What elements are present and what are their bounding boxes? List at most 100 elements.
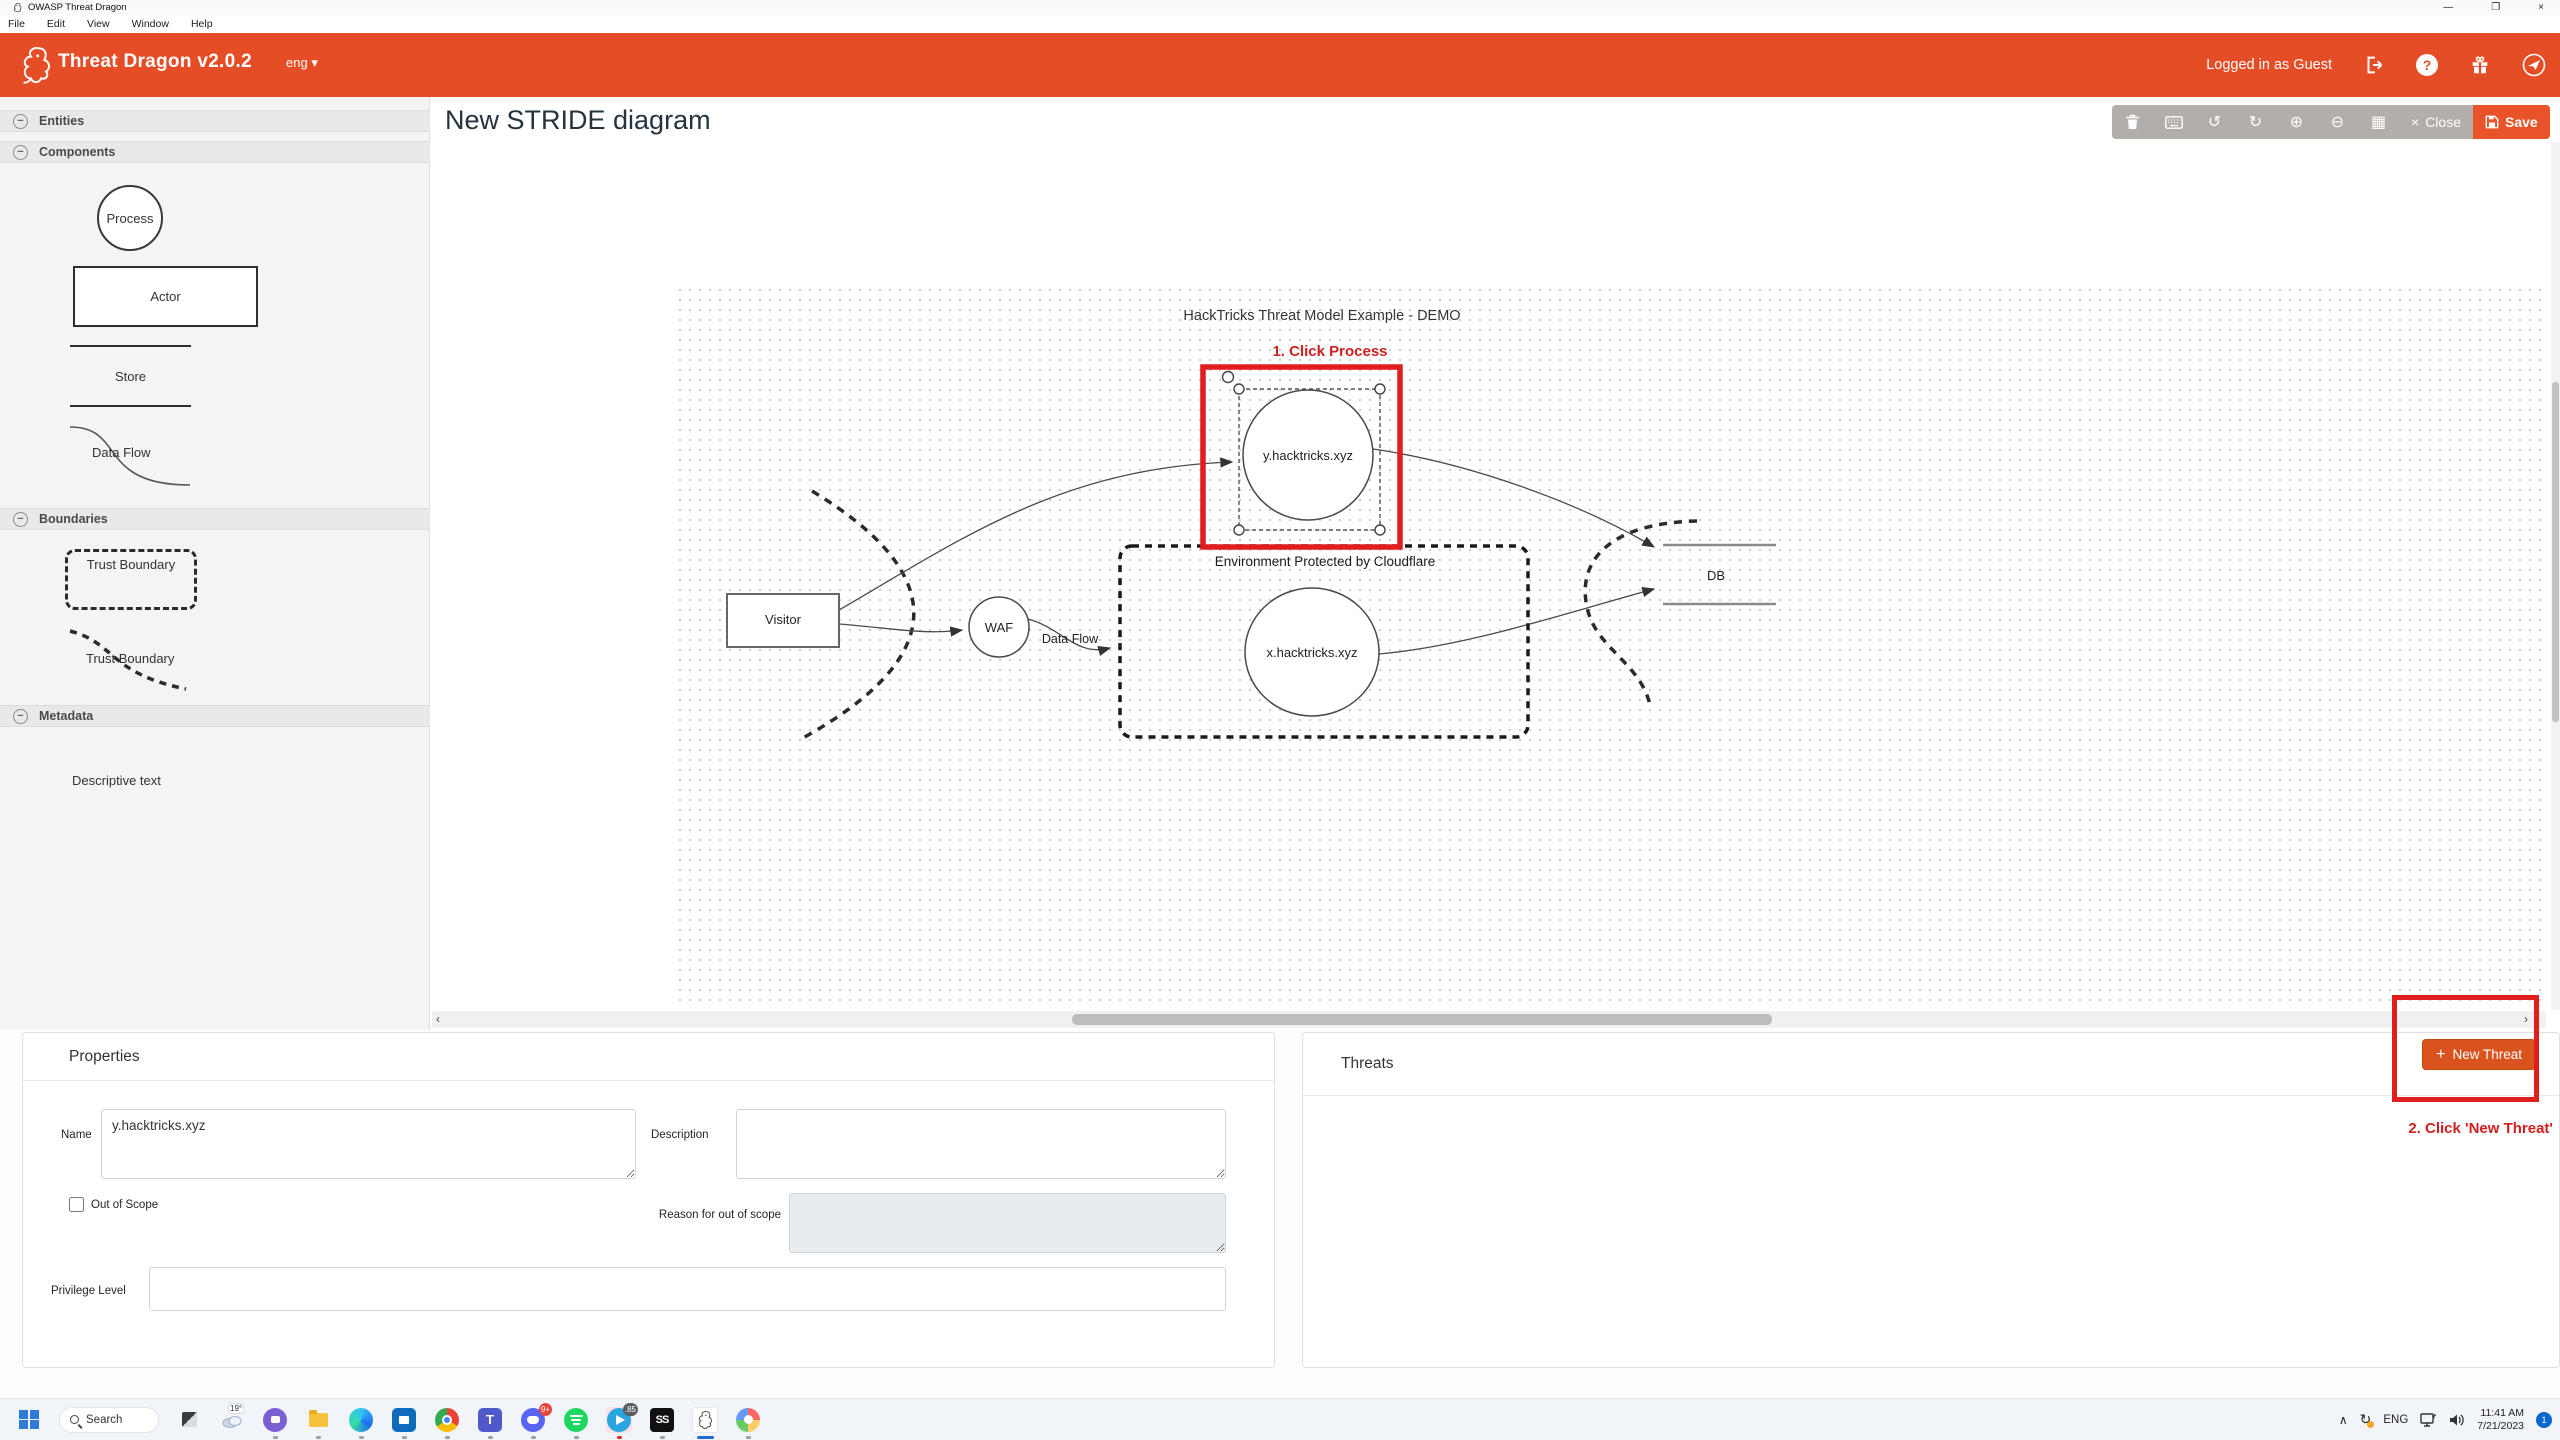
collapse-icon[interactable]: − — [13, 114, 28, 129]
trust-boundary-right[interactable] — [1585, 521, 1697, 705]
resize-handle-nw[interactable] — [1234, 384, 1244, 394]
sync-icon[interactable]: ↻ — [2360, 1411, 2372, 1428]
zoom-in-icon[interactable]: ⊕ — [2276, 105, 2317, 139]
stencil-actor[interactable]: Actor — [73, 266, 258, 327]
name-field[interactable]: y.hacktricks.xyz — [101, 1109, 636, 1179]
flow-visitor-to-process[interactable] — [839, 462, 1232, 610]
app-chrome[interactable] — [434, 1407, 460, 1433]
stencil-trust-boundary-box[interactable]: Trust Boundary — [65, 549, 197, 610]
help-icon[interactable]: ? — [2416, 54, 2438, 76]
minimize-icon[interactable]: — — [2443, 2, 2453, 13]
speaker-icon[interactable] — [2449, 1413, 2465, 1427]
resize-handle-sw[interactable] — [1234, 525, 1244, 535]
properties-panel: Properties Name y.hacktricks.xyz Descrip… — [22, 1032, 1275, 1368]
vertical-scroll-thumb[interactable] — [2552, 382, 2559, 722]
horizontal-scrollbar[interactable]: ‹ › — [432, 1011, 2546, 1028]
section-boundaries[interactable]: − Boundaries — [0, 508, 430, 530]
delete-icon[interactable] — [2112, 105, 2153, 139]
vertical-scrollbar[interactable] — [2551, 142, 2560, 1010]
language-dropdown[interactable]: eng ▾ — [286, 55, 318, 71]
app-ss[interactable]: SS — [649, 1407, 675, 1433]
diagram-canvas[interactable]: New STRIDE diagram HackTricks Threat Mod… — [430, 97, 2560, 1030]
paper-plane-icon[interactable] — [2522, 53, 2546, 77]
stencil-store[interactable]: Store — [70, 345, 191, 407]
network-icon[interactable] — [2420, 1413, 2437, 1427]
app-edge[interactable] — [348, 1407, 374, 1433]
annotation-click-new-threat: 2. Click 'New Threat' — [2408, 1120, 2553, 1137]
app-store[interactable] — [391, 1407, 417, 1433]
language-label: eng — [286, 55, 308, 70]
windows-logo-icon — [19, 1410, 39, 1430]
taskbar-search[interactable]: Search — [59, 1407, 159, 1433]
keyboard-shortcuts-icon[interactable] — [2153, 105, 2194, 139]
stencil-descriptive-text[interactable]: Descriptive text — [72, 773, 161, 788]
flow-process-to-db[interactable] — [1373, 449, 1654, 547]
zoom-out-icon[interactable]: ⊖ — [2317, 105, 2358, 139]
app-discord[interactable]: 9+ — [520, 1407, 546, 1433]
undo-icon[interactable]: ↺ — [2194, 105, 2235, 139]
app-meet[interactable] — [262, 1407, 288, 1433]
menu-help[interactable]: Help — [191, 18, 213, 30]
flow-xprocess-to-db[interactable] — [1379, 589, 1654, 654]
stencil-trust-boundary-curve[interactable]: Trust Boundary — [64, 625, 196, 697]
dataflow-edge-label[interactable]: Data Flow — [1042, 632, 1099, 646]
description-field[interactable] — [736, 1109, 1226, 1179]
node-process-y[interactable]: y.hacktricks.xyz — [1243, 390, 1373, 520]
rotate-handle[interactable] — [1223, 372, 1234, 383]
menu-file[interactable]: File — [8, 18, 25, 30]
grid-toggle-icon[interactable]: ▦ — [2358, 105, 2399, 139]
node-process-x-label: x.hacktricks.xyz — [1266, 645, 1357, 660]
horizontal-scroll-thumb[interactable] — [1072, 1014, 1772, 1025]
login-status: Logged in as Guest — [2206, 57, 2332, 73]
notification-badge[interactable]: 1 — [2536, 1412, 2552, 1428]
flow-visitor-to-waf[interactable] — [839, 624, 962, 632]
out-of-scope-checkbox[interactable] — [69, 1197, 84, 1212]
restore-icon[interactable]: ❐ — [2491, 2, 2500, 13]
scroll-left-icon[interactable]: ‹ — [436, 1012, 440, 1026]
stencil-process[interactable]: Process — [97, 185, 163, 251]
stencil-trust-boundary-curve-label: Trust Boundary — [86, 651, 174, 666]
collapse-icon[interactable]: − — [13, 512, 28, 527]
resize-handle-se[interactable] — [1375, 525, 1385, 535]
app-file-explorer[interactable] — [305, 1407, 331, 1433]
menu-window[interactable]: Window — [132, 18, 169, 30]
node-process-x[interactable]: x.hacktricks.xyz — [1245, 588, 1379, 716]
app-teams[interactable]: T — [477, 1407, 503, 1433]
ss-icon: SS — [650, 1408, 674, 1432]
tray-chevron-up-icon[interactable]: ∧ — [2339, 1413, 2348, 1427]
app-telegram[interactable]: .85 — [606, 1407, 632, 1433]
canvas-toolbar: ↺ ↻ ⊕ ⊖ ▦ × Close Save — [2112, 105, 2550, 139]
menu-view[interactable]: View — [87, 18, 110, 30]
privilege-level-field[interactable] — [149, 1267, 1226, 1311]
logout-icon[interactable] — [2362, 53, 2386, 77]
close-window-icon[interactable]: × — [2538, 2, 2544, 13]
close-diagram-button[interactable]: × Close — [2399, 105, 2473, 139]
taskbar-clock[interactable]: 11:41 AM 7/21/2023 — [2477, 1407, 2524, 1433]
resize-handle-ne[interactable] — [1375, 384, 1385, 394]
collapse-icon[interactable]: − — [13, 145, 28, 160]
section-metadata[interactable]: − Metadata — [0, 705, 430, 727]
node-db-store[interactable]: DB — [1663, 545, 1776, 604]
node-waf[interactable]: WAF — [969, 597, 1029, 657]
task-view-button[interactable] — [176, 1407, 202, 1433]
redo-icon[interactable]: ↻ — [2235, 105, 2276, 139]
app-spotify[interactable] — [563, 1407, 589, 1433]
gift-icon[interactable] — [2468, 53, 2492, 77]
save-button[interactable]: Save — [2473, 105, 2550, 139]
language-indicator[interactable]: ENG — [2383, 1414, 2408, 1426]
menu-edit[interactable]: Edit — [47, 18, 65, 30]
section-entities[interactable]: − Entities — [0, 110, 430, 132]
node-visitor[interactable]: Visitor — [727, 594, 839, 647]
annotation-click-process: 1. Click Process — [1272, 343, 1387, 360]
threat-dragon-logo — [16, 41, 56, 89]
section-components[interactable]: − Components — [0, 141, 430, 163]
app-threat-dragon[interactable] — [692, 1407, 718, 1433]
start-button[interactable] — [16, 1407, 42, 1433]
close-icon: × — [2411, 114, 2419, 130]
weather-widget[interactable]: 19° — [219, 1407, 245, 1433]
stencil-dataflow[interactable]: Data Flow — [66, 419, 196, 495]
collapse-icon[interactable]: − — [13, 709, 28, 724]
section-entities-label: Entities — [39, 114, 84, 128]
dragon-app-icon — [695, 1409, 715, 1431]
app-paint[interactable] — [735, 1407, 761, 1433]
